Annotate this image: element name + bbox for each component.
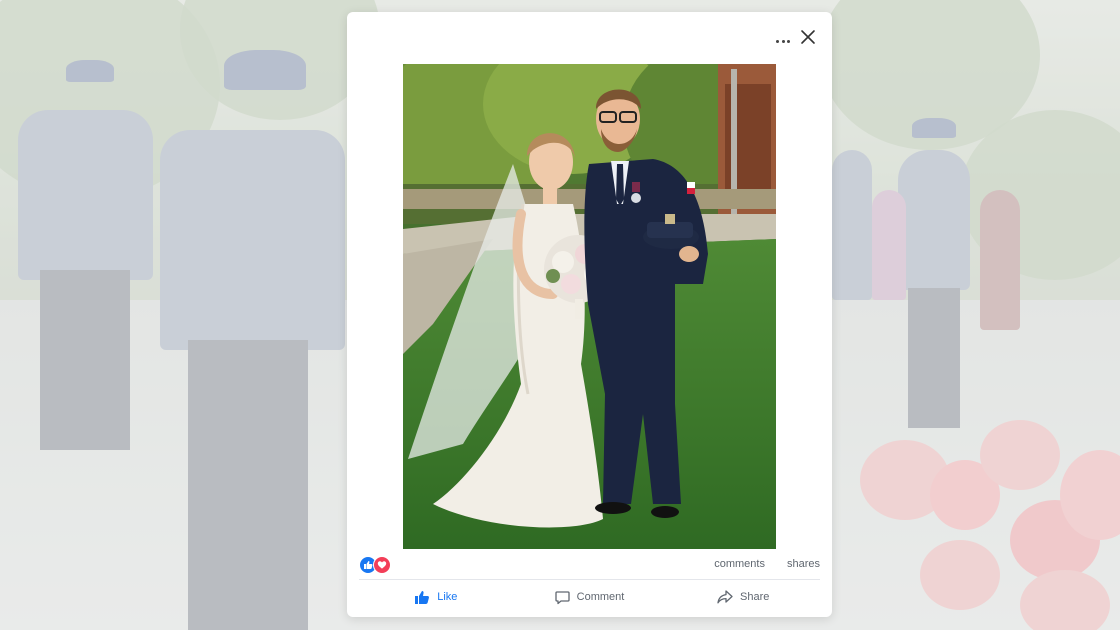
divider	[359, 579, 820, 580]
post-modal: comments shares Like Comment Share	[347, 12, 832, 617]
comments-count[interactable]: comments	[714, 558, 765, 570]
thumbs-up-icon	[415, 590, 430, 604]
dot-icon	[776, 39, 780, 43]
share-icon	[717, 590, 733, 604]
share-button[interactable]: Share	[666, 582, 820, 612]
like-button[interactable]: Like	[359, 582, 513, 612]
action-bar: Like Comment Share	[359, 582, 820, 612]
post-stats: comments shares	[714, 558, 820, 570]
shares-count[interactable]: shares	[787, 558, 820, 570]
comment-label: Comment	[576, 591, 625, 603]
love-icon	[373, 556, 391, 574]
reaction-summary[interactable]	[359, 556, 391, 574]
post-photo[interactable]	[403, 64, 776, 549]
close-icon	[801, 30, 815, 44]
close-button[interactable]	[799, 28, 817, 46]
like-label: Like	[437, 591, 458, 603]
comment-button[interactable]: Comment	[513, 582, 667, 612]
share-label: Share	[740, 591, 770, 603]
more-options-button[interactable]	[773, 34, 793, 48]
dot-icon	[781, 39, 785, 43]
dot-icon	[786, 39, 790, 43]
comment-icon	[555, 590, 570, 604]
